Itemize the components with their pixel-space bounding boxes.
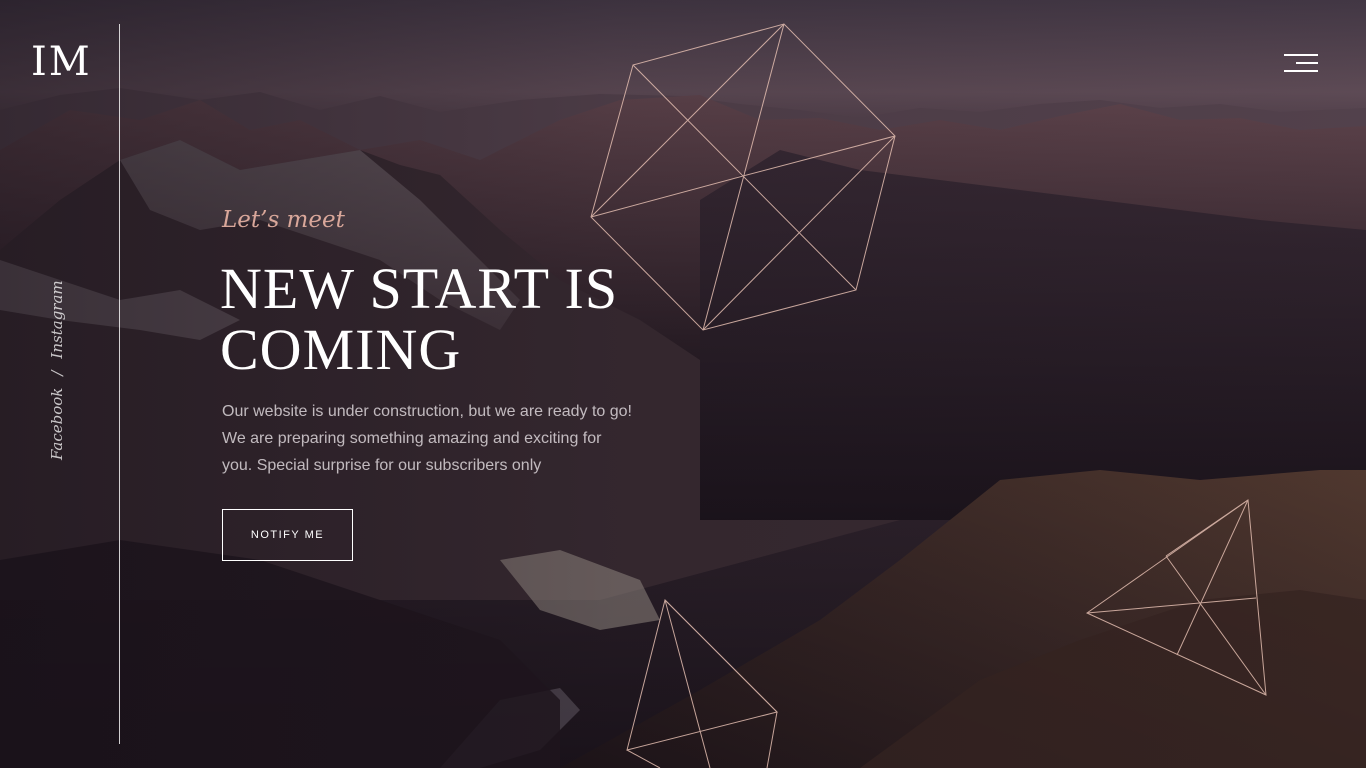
instagram-link[interactable]: Instagram (48, 280, 66, 358)
social-links: Facebook / Instagram (48, 280, 66, 460)
brand-logo[interactable]: IM (31, 42, 92, 82)
hamburger-menu-button[interactable] (1284, 54, 1318, 74)
hero-headline: NEW START IS COMING (220, 256, 619, 382)
hero-eyebrow: Let’s meet (222, 207, 345, 233)
hamburger-menu-icon (1284, 54, 1318, 56)
notify-me-button[interactable]: NOTIFY ME (222, 509, 353, 561)
coming-soon-page: IM Facebook / Instagram Let’s meet NEW STA… (0, 0, 1366, 768)
social-separator: / (48, 370, 66, 376)
facebook-link[interactable]: Facebook (48, 388, 66, 460)
hamburger-menu-icon-line-2 (1296, 62, 1318, 64)
hamburger-menu-icon-line-3 (1284, 70, 1318, 72)
hero-description: Our website is under construction, but w… (222, 403, 632, 474)
vertical-divider (119, 24, 120, 744)
background-overlay (0, 0, 1366, 768)
